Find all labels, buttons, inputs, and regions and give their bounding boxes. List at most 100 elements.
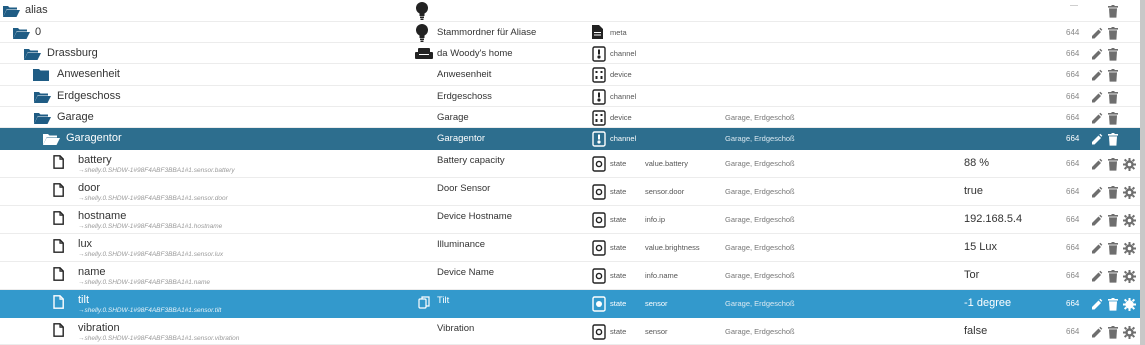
object-value[interactable]: Tor <box>964 269 979 281</box>
object-id[interactable]: Erdgeschoss <box>57 90 121 102</box>
object-acl[interactable]: 664 <box>1066 327 1079 336</box>
gear-icon[interactable] <box>1123 270 1136 283</box>
tree-row-lux[interactable]: lux →shelly.0.SHDW-1#98F4ABF3BBA1#1.senso… <box>0 234 1140 262</box>
object-acl[interactable]: 664 <box>1066 159 1079 168</box>
edit-icon[interactable] <box>1091 214 1103 226</box>
delete-icon[interactable] <box>1108 111 1118 125</box>
file-icon[interactable] <box>53 295 64 309</box>
object-acl[interactable]: 664 <box>1066 271 1079 280</box>
delete-icon[interactable] <box>1108 242 1118 255</box>
object-value[interactable]: 88 % <box>964 157 989 169</box>
delete-icon[interactable] <box>1108 325 1118 339</box>
edit-icon[interactable] <box>1091 27 1103 39</box>
object-name[interactable]: Device Name <box>437 267 494 278</box>
object-id[interactable]: door <box>78 182 100 194</box>
object-name[interactable]: Erdgeschoss <box>437 91 492 102</box>
object-acl[interactable]: 664 <box>1066 113 1079 122</box>
edit-icon[interactable] <box>1091 298 1103 310</box>
object-name[interactable]: Stammordner für Aliase <box>437 27 536 38</box>
object-value[interactable]: true <box>964 185 983 197</box>
object-acl[interactable]: 664 <box>1066 92 1079 101</box>
object-name[interactable]: Door Sensor <box>437 183 490 194</box>
object-id[interactable]: 0 <box>35 26 41 38</box>
delete-icon[interactable] <box>1108 90 1118 104</box>
gear-icon[interactable] <box>1123 158 1136 171</box>
object-id[interactable]: Drassburg <box>47 47 98 59</box>
object-id[interactable]: hostname <box>78 210 126 222</box>
object-id[interactable]: Garagentor <box>66 132 122 144</box>
object-acl[interactable]: 664 <box>1066 187 1079 196</box>
object-name[interactable]: Vibration <box>437 323 474 334</box>
delete-icon[interactable] <box>1108 47 1118 61</box>
tree-row-garage[interactable]: Garage Garage device Garage, Erdgeschoß 664 <box>0 107 1140 128</box>
tree-row-garagentor[interactable]: Garagentor Garagentor channel Garage, Erdge… <box>0 128 1140 150</box>
folder-open-icon[interactable] <box>42 132 60 146</box>
object-id[interactable]: Anwesenheit <box>57 68 120 80</box>
object-name[interactable]: Anwesenheit <box>437 69 491 80</box>
object-acl[interactable]: 664 <box>1066 243 1079 252</box>
delete-icon[interactable] <box>1108 69 1118 82</box>
folder-open-icon[interactable] <box>23 47 41 61</box>
delete-icon[interactable] <box>1108 133 1118 146</box>
file-icon[interactable] <box>53 239 64 253</box>
folder-open-icon[interactable] <box>33 90 51 104</box>
delete-icon[interactable] <box>1108 214 1118 227</box>
gear-icon[interactable] <box>1123 242 1136 255</box>
delete-icon[interactable] <box>1108 270 1118 283</box>
gear-icon[interactable] <box>1123 214 1136 227</box>
tree-row-alias[interactable]: alias <box>0 0 1140 22</box>
object-name[interactable]: da Woody's home <box>437 48 513 59</box>
tree-row-anwesenheit[interactable]: Anwesenheit Anwesenheit device 664 <box>0 64 1140 86</box>
object-acl[interactable]: 664 <box>1066 49 1079 58</box>
object-id[interactable]: battery <box>78 154 112 166</box>
gear-icon[interactable] <box>1123 298 1136 311</box>
tree-row-0[interactable]: 0 Stammordner für Aliase meta 644 <box>0 22 1140 43</box>
file-icon[interactable] <box>53 183 64 197</box>
file-icon[interactable] <box>53 211 64 225</box>
object-value[interactable]: 192.168.5.4 <box>964 213 1022 225</box>
copy-icon[interactable] <box>418 296 430 309</box>
object-id[interactable]: tilt <box>78 294 89 306</box>
gear-icon[interactable] <box>1123 186 1136 199</box>
file-icon[interactable] <box>53 155 64 169</box>
object-acl[interactable]: 644 <box>1066 28 1079 37</box>
object-value[interactable]: -1 degree <box>964 297 1011 309</box>
object-acl[interactable]: 664 <box>1066 134 1079 143</box>
object-name[interactable]: Garagentor <box>437 133 485 144</box>
object-acl[interactable]: 664 <box>1066 70 1079 79</box>
object-acl[interactable]: 664 <box>1066 215 1079 224</box>
object-id[interactable]: lux <box>78 238 92 250</box>
object-name[interactable]: Tilt <box>437 295 449 306</box>
edit-icon[interactable] <box>1091 326 1103 338</box>
object-acl[interactable]: 664 <box>1066 299 1079 308</box>
object-value[interactable]: 15 Lux <box>964 241 997 253</box>
file-icon[interactable] <box>53 267 64 281</box>
object-id[interactable]: Garage <box>57 111 94 123</box>
object-id[interactable]: vibration <box>78 322 120 334</box>
object-id[interactable]: alias <box>25 4 48 16</box>
tree-row-hostname[interactable]: hostname →shelly.0.SHDW-1#98F4ABF3BBA1#1.… <box>0 206 1140 234</box>
object-name[interactable]: Battery capacity <box>437 155 505 166</box>
delete-icon[interactable] <box>1108 186 1118 199</box>
folder-open-icon[interactable] <box>2 4 20 18</box>
tree-row-tilt[interactable]: tilt →shelly.0.SHDW-1#98F4ABF3BBA1#1.sens… <box>0 290 1140 318</box>
object-name[interactable]: Garage <box>437 112 469 123</box>
folder-open-icon[interactable] <box>12 26 30 40</box>
edit-icon[interactable] <box>1091 158 1103 170</box>
scrollbar-thumb[interactable] <box>1140 0 1145 345</box>
delete-icon[interactable] <box>1108 5 1118 18</box>
gear-icon[interactable] <box>1123 325 1136 339</box>
tree-row-vibration[interactable]: vibration →shelly.0.SHDW-1#98F4ABF3BBA1#1… <box>0 318 1140 345</box>
edit-icon[interactable] <box>1091 48 1103 60</box>
object-name[interactable]: Illuminance <box>437 239 485 250</box>
edit-icon[interactable] <box>1091 242 1103 254</box>
edit-icon[interactable] <box>1091 112 1103 124</box>
tree-row-erdgeschoss[interactable]: Erdgeschoss Erdgeschoss channel 664 <box>0 86 1140 107</box>
scrollbar[interactable] <box>1140 0 1145 345</box>
object-id[interactable]: name <box>78 266 106 278</box>
folder-icon[interactable] <box>33 68 49 81</box>
tree-row-door[interactable]: door →shelly.0.SHDW-1#98F4ABF3BBA1#1.sens… <box>0 178 1140 206</box>
edit-icon[interactable] <box>1091 186 1103 198</box>
tree-row-drassburg[interactable]: Drassburg da Woody's home channel 664 <box>0 43 1140 64</box>
edit-icon[interactable] <box>1091 133 1103 145</box>
